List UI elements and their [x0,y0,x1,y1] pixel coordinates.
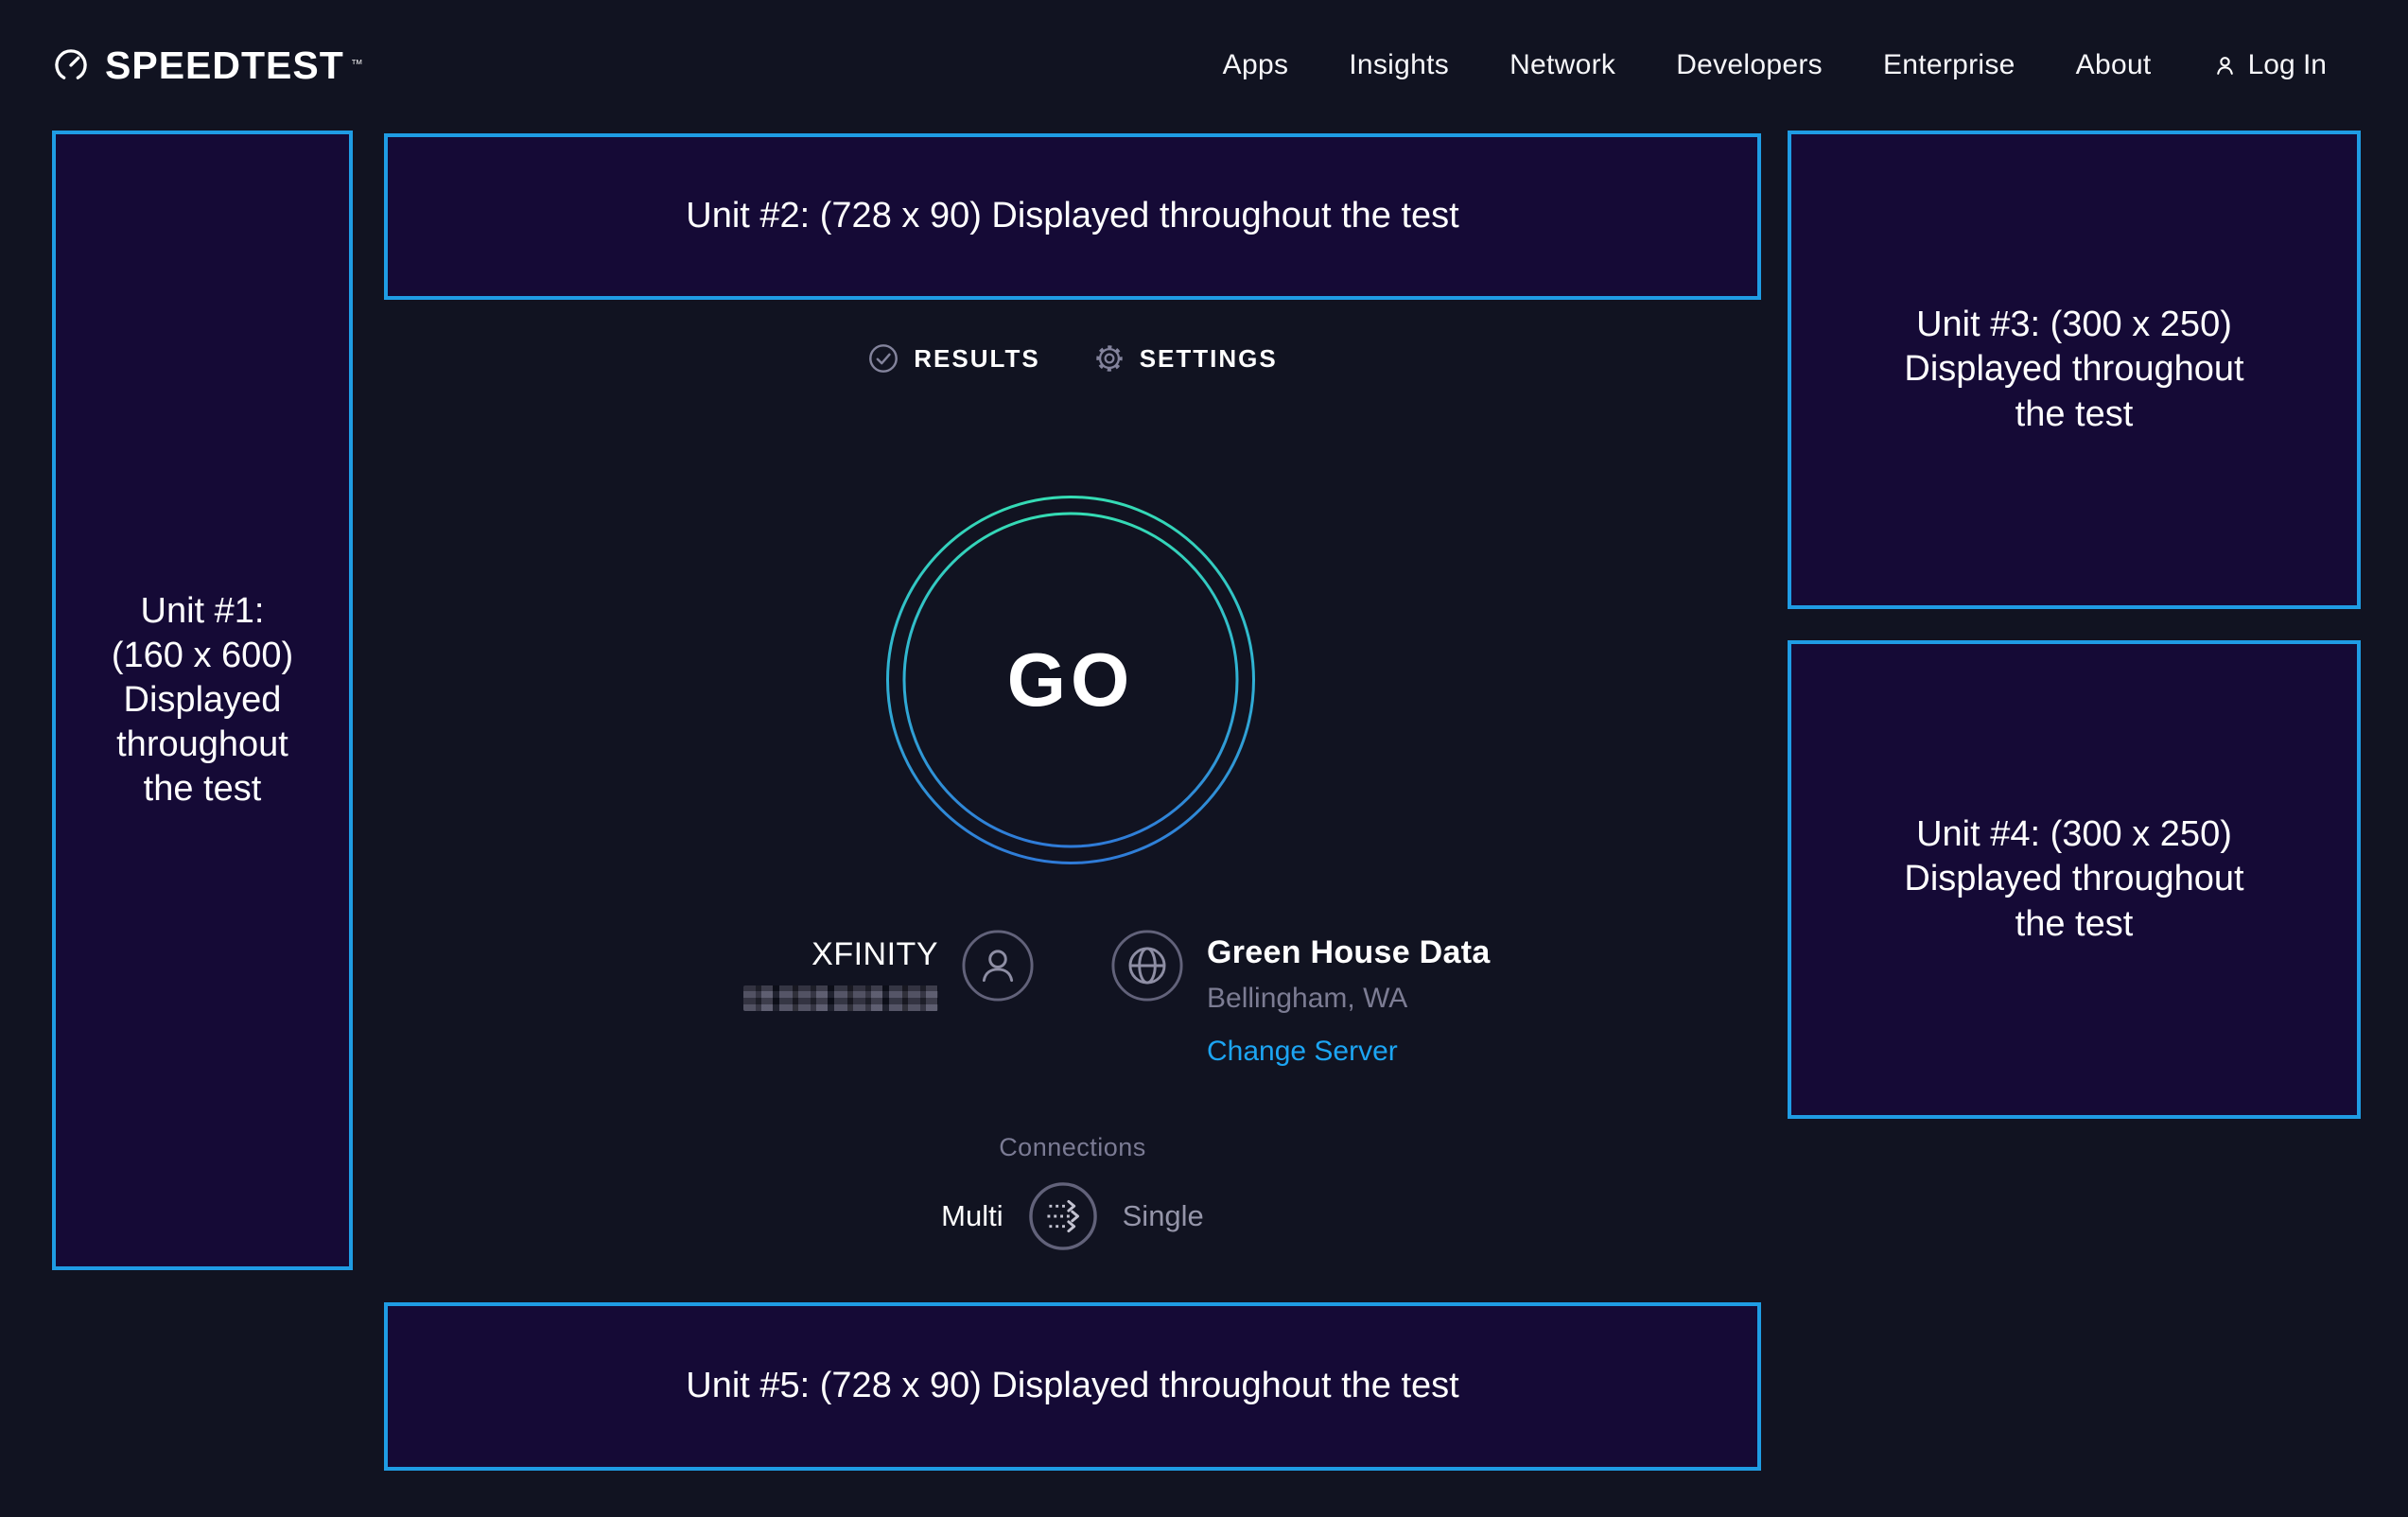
check-circle-icon [867,342,899,375]
connection-info: XFINITY Green House Data Bellingham, WA … [384,929,1761,1068]
connection-mode-multi[interactable]: Multi [941,1199,1003,1233]
header: SPEEDTEST ™ Apps Insights Network Develo… [0,0,2408,131]
globe-icon [1110,929,1184,1003]
nav-item-developers[interactable]: Developers [1676,49,1823,81]
speedtest-page: SPEEDTEST ™ Apps Insights Network Develo… [0,0,2408,1517]
connection-mode-toggle-icon[interactable] [1028,1181,1098,1251]
ad-unit-2[interactable]: Unit #2: (728 x 90) Displayed throughout… [384,133,1761,300]
login-label: Log In [2248,49,2327,81]
ad-unit-1[interactable]: Unit #1: (160 x 600) Displayed throughou… [52,131,353,1270]
isp-name[interactable]: XFINITY [743,936,938,973]
main-nav: Apps Insights Network Developers Enterpr… [1223,49,2327,81]
tab-results-label: RESULTS [914,344,1039,374]
login-button[interactable]: Log In [2212,49,2327,81]
nav-item-enterprise[interactable]: Enterprise [1883,49,2015,81]
nav-item-network[interactable]: Network [1509,49,1615,81]
ad-unit-3[interactable]: Unit #3: (300 x 250) Displayed throughou… [1788,131,2361,609]
speedtest-logo[interactable]: SPEEDTEST ™ [51,44,363,88]
ad-unit-3-text: Unit #3: (300 x 250) Displayed throughou… [1904,303,2243,436]
gauge-icon [51,45,91,85]
isp-section: XFINITY [384,929,1073,1068]
tab-results[interactable]: RESULTS [867,342,1039,375]
connection-mode-single[interactable]: Single [1123,1199,1204,1233]
server-block: Green House Data Bellingham, WA Change S… [1207,929,1491,1068]
connections-section: Connections Multi Single [384,1133,1761,1251]
nav-item-apps[interactable]: Apps [1223,49,1289,81]
tab-settings-label: SETTINGS [1140,344,1278,374]
isp-block: XFINITY [743,929,938,1068]
go-button[interactable]: GO [885,495,1256,865]
nav-item-about[interactable]: About [2076,49,2152,81]
logo-trademark: ™ [351,57,363,71]
server-location: Bellingham, WA [1207,983,1491,1015]
go-button-label: GO [885,495,1256,865]
gear-icon [1093,342,1125,375]
connections-label: Connections [384,1133,1761,1162]
change-server-link[interactable]: Change Server [1207,1036,1398,1068]
ad-unit-2-text: Unit #2: (728 x 90) Displayed throughout… [686,194,1458,238]
server-section: Green House Data Bellingham, WA Change S… [1073,929,1761,1068]
isp-ip-redacted [743,985,938,1011]
tab-settings[interactable]: SETTINGS [1093,342,1278,375]
view-tabs: RESULTS SETTINGS [384,342,1761,375]
user-icon [2212,53,2238,78]
nav-item-insights[interactable]: Insights [1349,49,1449,81]
ad-unit-1-text: Unit #1: (160 x 600) Displayed throughou… [112,589,293,812]
connections-row: Multi Single [384,1181,1761,1251]
ad-unit-5-text: Unit #5: (728 x 90) Displayed throughout… [686,1364,1458,1408]
ad-unit-5[interactable]: Unit #5: (728 x 90) Displayed throughout… [384,1302,1761,1471]
ad-unit-4[interactable]: Unit #4: (300 x 250) Displayed throughou… [1788,640,2361,1119]
logo-text: SPEEDTEST [105,44,344,88]
ad-unit-4-text: Unit #4: (300 x 250) Displayed throughou… [1904,812,2243,946]
server-name: Green House Data [1207,934,1491,971]
isp-user-icon [961,929,1035,1003]
